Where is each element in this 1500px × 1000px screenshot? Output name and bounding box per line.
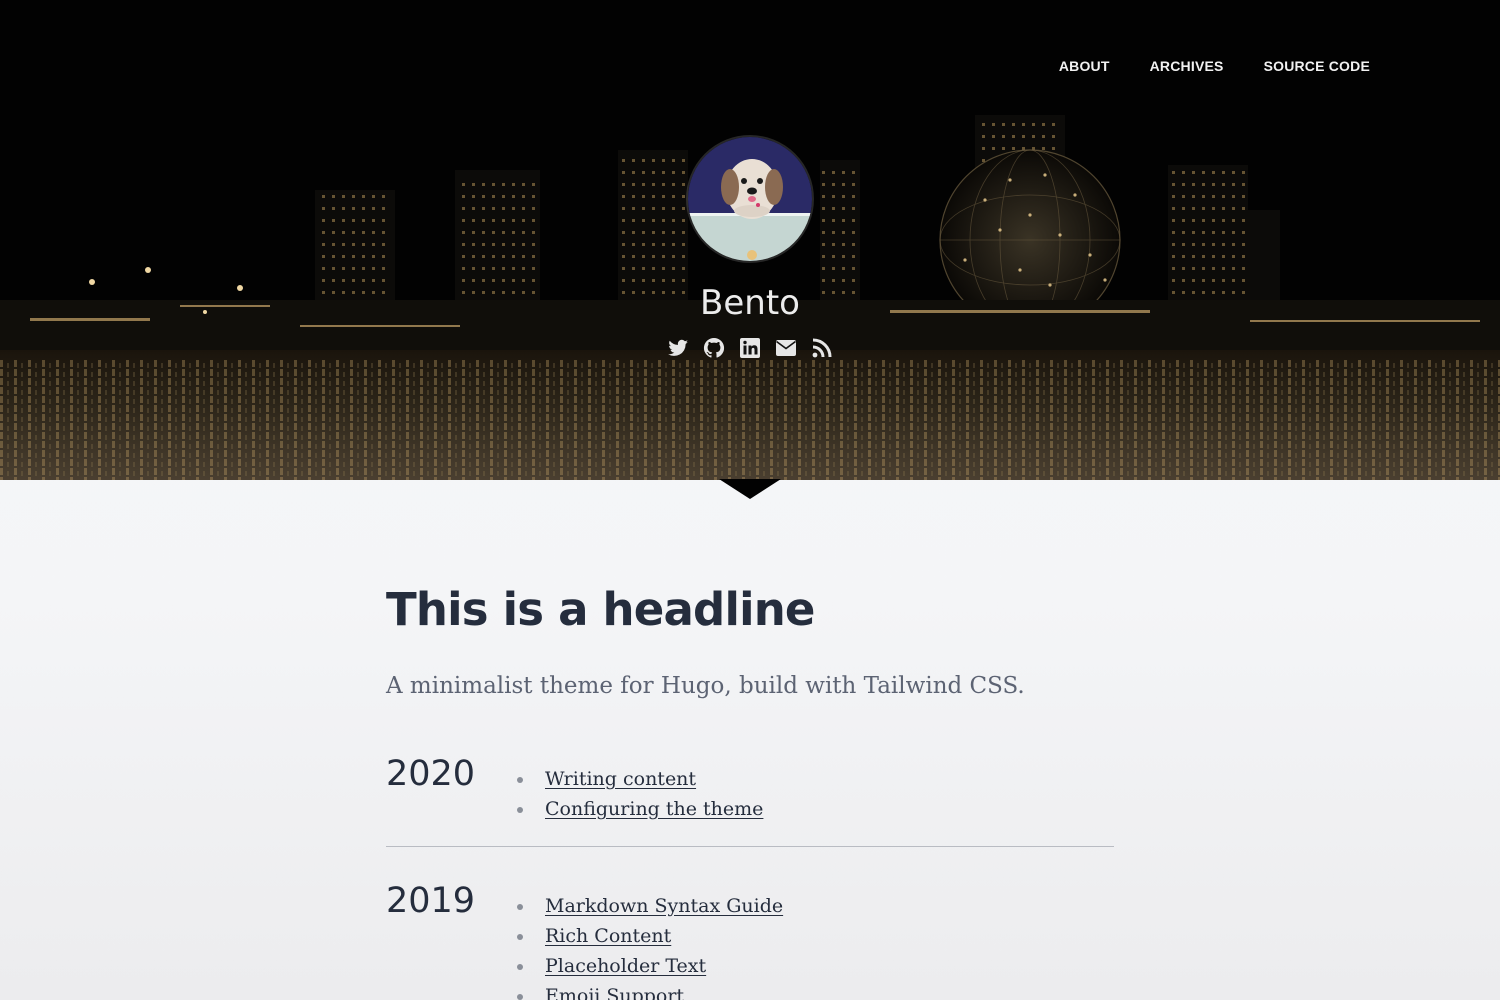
list-item: Configuring the theme [517,794,763,824]
site-name: Bento [700,283,800,323]
hero-banner: ABOUT ARCHIVES SOURCE CODE Bento [0,0,1500,480]
top-navigation: ABOUT ARCHIVES SOURCE CODE [1059,58,1370,74]
social-links [666,336,834,360]
post-list: Markdown Syntax Guide Rich Content Place… [517,881,783,1000]
year-label: 2020 [386,754,476,794]
list-item: Markdown Syntax Guide [517,891,783,921]
post-link[interactable]: Configuring the theme [545,798,763,820]
post-link[interactable]: Emoji Support [545,985,684,1000]
nav-about-link[interactable]: ABOUT [1059,58,1110,74]
post-link[interactable]: Rich Content [545,925,671,947]
page-headline: This is a headline [386,583,815,636]
nav-archives-link[interactable]: ARCHIVES [1150,58,1224,74]
email-icon[interactable] [774,336,798,360]
main-content: This is a headline A minimalist theme fo… [386,580,1114,1000]
post-link[interactable]: Writing content [545,768,696,790]
avatar [686,135,814,263]
archive-year-2020: 2020 Writing content Configuring the the… [386,744,1114,846]
year-label: 2019 [386,881,476,921]
rss-icon[interactable] [810,336,834,360]
post-link[interactable]: Markdown Syntax Guide [545,895,783,917]
list-item: Writing content [517,764,763,794]
nav-source-code-link[interactable]: SOURCE CODE [1264,58,1370,74]
list-item: Placeholder Text [517,951,783,981]
list-item: Emoji Support [517,981,783,1000]
post-link[interactable]: Placeholder Text [545,955,706,977]
list-item: Rich Content [517,921,783,951]
hero-pointer [719,479,781,499]
twitter-icon[interactable] [666,336,690,360]
archive-year-2019: 2019 Markdown Syntax Guide Rich Content … [386,846,1114,1000]
linkedin-icon[interactable] [738,336,762,360]
page-tagline: A minimalist theme for Hugo, build with … [386,673,1025,699]
post-list: Writing content Configuring the theme [517,754,763,824]
github-icon[interactable] [702,336,726,360]
